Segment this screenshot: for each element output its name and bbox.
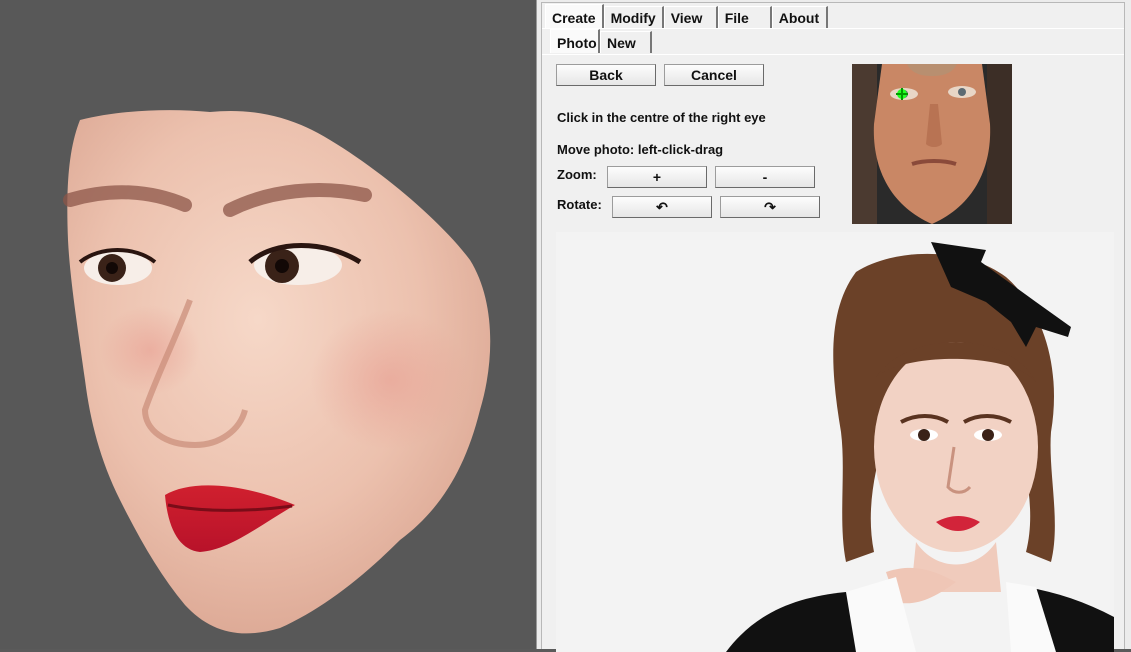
reference-face-photo [852, 64, 1012, 224]
sub-tab-bar: Photo New [550, 29, 652, 55]
cancel-button[interactable]: Cancel [664, 64, 764, 86]
control-panel: Create Modify View File About Photo New … [536, 0, 1131, 652]
zoom-out-button[interactable]: - [715, 166, 815, 188]
main-tab-bar: Create Modify View File About [545, 4, 828, 30]
back-button[interactable]: Back [556, 64, 656, 86]
instruction-text: Click in the centre of the right eye [557, 110, 766, 125]
face-model-render [63, 110, 491, 634]
panel-frame: Create Modify View File About Photo New … [541, 2, 1125, 652]
3d-viewport[interactable] [0, 0, 536, 649]
rotate-ccw-button[interactable]: ↶ [612, 196, 712, 218]
zoom-label: Zoom: [557, 167, 597, 182]
move-hint-text: Move photo: left-click-drag [557, 142, 724, 157]
tab-new[interactable]: New [600, 31, 652, 53]
tab-view[interactable]: View [663, 6, 718, 28]
tab-divider [542, 28, 1124, 29]
tab-file[interactable]: File [717, 6, 772, 28]
tab-modify[interactable]: Modify [603, 6, 664, 28]
tab-photo[interactable]: Photo [550, 29, 600, 53]
photo-canvas[interactable] [556, 232, 1114, 652]
sub-tab-divider [542, 54, 1124, 55]
rotate-cw-button[interactable]: ↷ [720, 196, 820, 218]
tab-create[interactable]: Create [545, 4, 604, 28]
zoom-in-button[interactable]: + [607, 166, 707, 188]
rotate-label: Rotate: [557, 197, 602, 212]
tab-about[interactable]: About [771, 6, 828, 28]
